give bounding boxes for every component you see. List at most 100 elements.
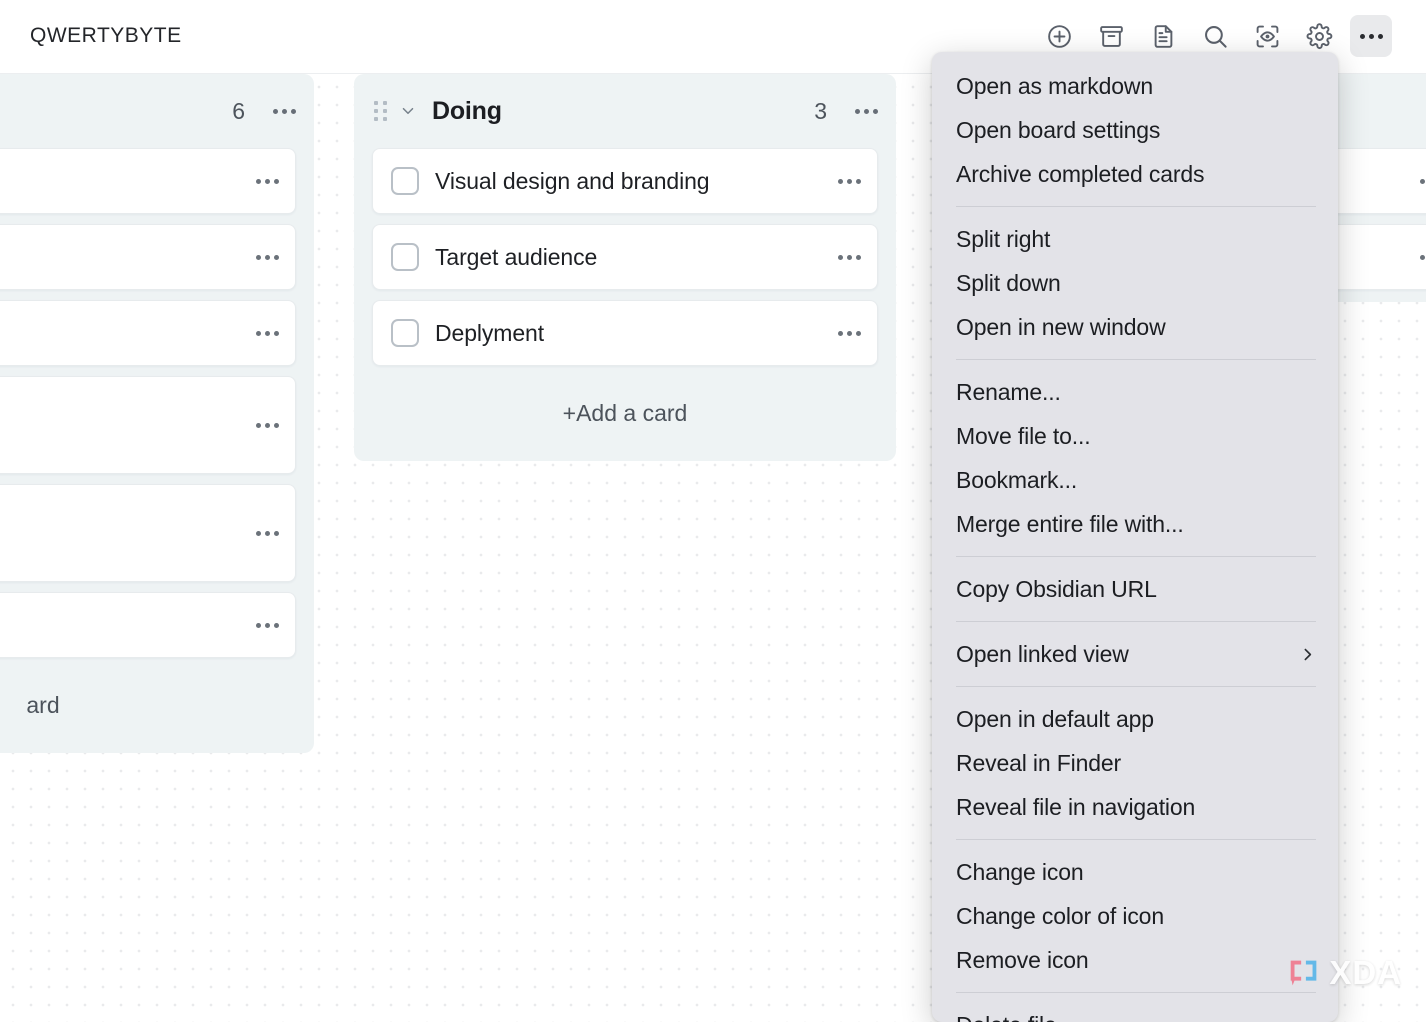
menu-item-open-board-settings[interactable]: Open board settings <box>932 108 1338 152</box>
add-card-button[interactable]: +Add a card <box>354 366 896 449</box>
menu-item-label: Change color of icon <box>956 902 1164 929</box>
card-more-options-icon[interactable] <box>256 422 279 428</box>
context-menu: Open as markdown Open board settings Arc… <box>932 52 1338 1022</box>
menu-item-label: Archive completed cards <box>956 160 1205 187</box>
menu-item-label: Open as markdown <box>956 72 1154 99</box>
card-more-options-icon[interactable] <box>256 254 279 260</box>
lane-title: Doing <box>432 96 502 125</box>
card-more-options-icon[interactable] <box>256 178 279 184</box>
menu-item-label: Reveal file in navigation <box>956 793 1196 820</box>
menu-item-label: Rename... <box>956 378 1061 405</box>
card-more-options-icon[interactable] <box>838 178 861 184</box>
menu-item-label: Open in new window <box>956 313 1166 340</box>
card-checkbox[interactable] <box>391 243 419 271</box>
kanban-lane-doing: Doing 3 Visual design and branding Targe… <box>354 74 896 461</box>
lane-card-count: 3 <box>814 97 827 124</box>
chevron-down-icon[interactable] <box>398 101 418 121</box>
menu-item-bookmark[interactable]: Bookmark... <box>932 458 1338 502</box>
card-more-options-icon[interactable] <box>838 330 861 336</box>
menu-item-reveal-in-finder[interactable]: Reveal in Finder <box>932 741 1338 785</box>
card-title: 2024-10-17 <box>0 410 240 441</box>
kanban-card[interactable] <box>0 592 296 658</box>
menu-separator <box>956 992 1316 993</box>
lane-more-options-icon[interactable] <box>273 108 296 114</box>
menu-separator <box>956 206 1316 207</box>
menu-item-open-in-new-window[interactable]: Open in new window <box>932 305 1338 349</box>
card-checkbox[interactable] <box>391 319 419 347</box>
kanban-card[interactable]: Deplyment <box>372 300 878 366</box>
card-checkbox[interactable] <box>391 167 419 195</box>
kanban-card[interactable]: frames <box>0 148 296 214</box>
menu-item-label: Remove icon <box>956 946 1089 973</box>
lane-card-list: Visual design and branding Target audien… <box>354 148 896 366</box>
more-options-dots <box>1359 33 1383 39</box>
menu-item-open-in-default-app[interactable]: Open in default app <box>932 697 1338 741</box>
document-icon[interactable] <box>1142 15 1184 57</box>
kanban-card[interactable]: Visual design and branding <box>372 148 878 214</box>
kanban-lane-todo: 6 frames <box>0 74 314 753</box>
kanban-card[interactable] <box>0 300 296 366</box>
menu-separator <box>956 556 1316 557</box>
menu-item-merge-entire-file-with[interactable]: Merge entire file with... <box>932 502 1338 546</box>
chevron-right-icon <box>1299 646 1316 663</box>
menu-item-open-as-markdown[interactable]: Open as markdown <box>932 64 1338 108</box>
lane-header: 6 <box>0 74 314 148</box>
menu-item-label: Merge entire file with... <box>956 510 1184 537</box>
menu-separator <box>956 359 1316 360</box>
menu-item-copy-obsidian-url[interactable]: Copy Obsidian URL <box>932 567 1338 611</box>
menu-item-split-right[interactable]: Split right <box>932 217 1338 261</box>
menu-item-label: Move file to... <box>956 422 1091 449</box>
card-title: frames <box>0 168 240 195</box>
card-more-options-icon[interactable] <box>838 254 861 260</box>
menu-item-change-icon[interactable]: Change icon <box>932 850 1338 894</box>
menu-item-label: Reveal in Finder <box>956 749 1122 776</box>
menu-item-split-down[interactable]: Split down <box>932 261 1338 305</box>
kanban-card[interactable] <box>0 224 296 290</box>
lane-drag-handle-icon[interactable] <box>374 101 388 121</box>
menu-item-label: Open board settings <box>956 116 1161 143</box>
card-title: Visual design and branding <box>435 167 710 194</box>
menu-separator <box>956 621 1316 622</box>
menu-item-label: Split right <box>956 225 1051 252</box>
menu-item-archive-completed-cards[interactable]: Archive completed cards <box>932 152 1338 196</box>
card-more-options-icon[interactable] <box>256 622 279 628</box>
menu-item-open-linked-view[interactable]: Open linked view <box>932 632 1338 676</box>
menu-item-label: Open linked view <box>956 640 1129 667</box>
card-title: Deplyment <box>435 319 545 346</box>
toolbar-actions <box>1038 15 1392 57</box>
gear-icon[interactable] <box>1298 15 1340 57</box>
card-more-options-icon[interactable] <box>256 530 279 536</box>
search-icon[interactable] <box>1194 15 1236 57</box>
kanban-card[interactable]: oment <box>0 484 296 582</box>
add-note-icon[interactable] <box>1038 15 1080 57</box>
menu-separator <box>956 686 1316 687</box>
menu-item-reveal-file-in-navigation[interactable]: Reveal file in navigation <box>932 785 1338 829</box>
archive-icon[interactable] <box>1090 15 1132 57</box>
menu-item-label: Open in default app <box>956 705 1154 732</box>
lane-more-options-icon[interactable] <box>855 108 878 114</box>
menu-separator <box>956 839 1316 840</box>
menu-item-rename[interactable]: Rename... <box>932 370 1338 414</box>
menu-item-remove-icon[interactable]: Remove icon <box>932 938 1338 982</box>
menu-item-label: Change icon <box>956 858 1084 885</box>
card-more-options-icon[interactable] <box>1420 178 1426 184</box>
menu-item-label: Delete file <box>956 1012 1316 1022</box>
lane-card-list: frames 2024-10-17 <box>0 148 314 658</box>
menu-item-change-color-of-icon[interactable]: Change color of icon <box>932 894 1338 938</box>
menu-item-label: Copy Obsidian URL <box>956 575 1157 602</box>
more-options-icon[interactable] <box>1350 15 1392 57</box>
menu-item-delete-file[interactable]: Delete file <box>932 1003 1338 1022</box>
card-more-options-icon[interactable] <box>256 330 279 336</box>
menu-item-label: Split down <box>956 269 1061 296</box>
reading-view-icon[interactable] <box>1246 15 1288 57</box>
add-card-button[interactable]: ard <box>0 658 314 741</box>
card-title: Target audience <box>435 243 598 270</box>
menu-item-label: Bookmark... <box>956 466 1078 493</box>
lane-header: Doing 3 <box>354 74 896 148</box>
lane-card-count: 6 <box>232 97 245 124</box>
menu-item-move-file-to[interactable]: Move file to... <box>932 414 1338 458</box>
kanban-card[interactable]: 2024-10-17 <box>0 376 296 474</box>
kanban-card[interactable]: Target audience <box>372 224 878 290</box>
card-more-options-icon[interactable] <box>1420 254 1426 260</box>
page-title: QWERTYBYTE <box>30 24 182 47</box>
